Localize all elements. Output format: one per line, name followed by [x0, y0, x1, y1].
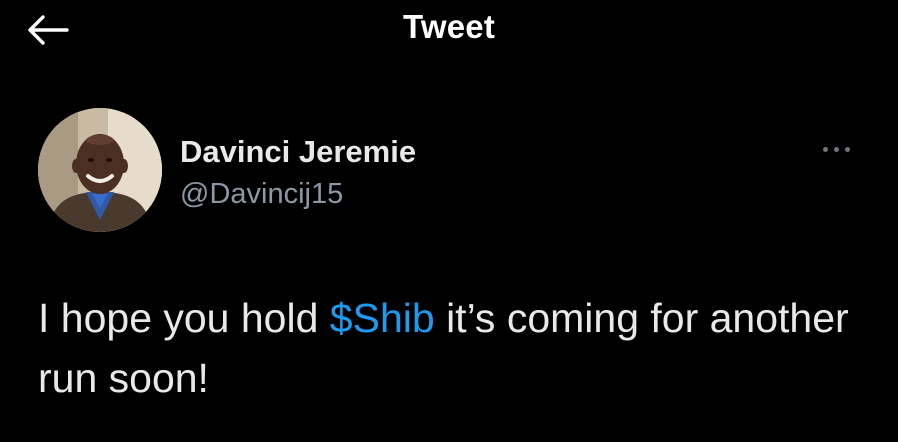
more-horizontal-icon	[820, 146, 853, 152]
tweet-author: Davinci Jeremie @Davincij15	[38, 108, 868, 232]
page-title: Tweet	[402, 8, 496, 45]
author-handle[interactable]: @Davincij15	[180, 178, 343, 211]
author-display-name[interactable]: Davinci Jeremie	[180, 134, 416, 170]
avatar[interactable]	[38, 108, 162, 232]
cashtag-link[interactable]: $Shib	[330, 295, 435, 341]
more-options-button[interactable]	[814, 134, 858, 164]
tweet-text-before: I hope you hold	[38, 295, 330, 341]
tweet-text: I hope you hold $Shib it’s coming for an…	[38, 288, 878, 408]
top-bar: Tweet	[0, 0, 898, 60]
